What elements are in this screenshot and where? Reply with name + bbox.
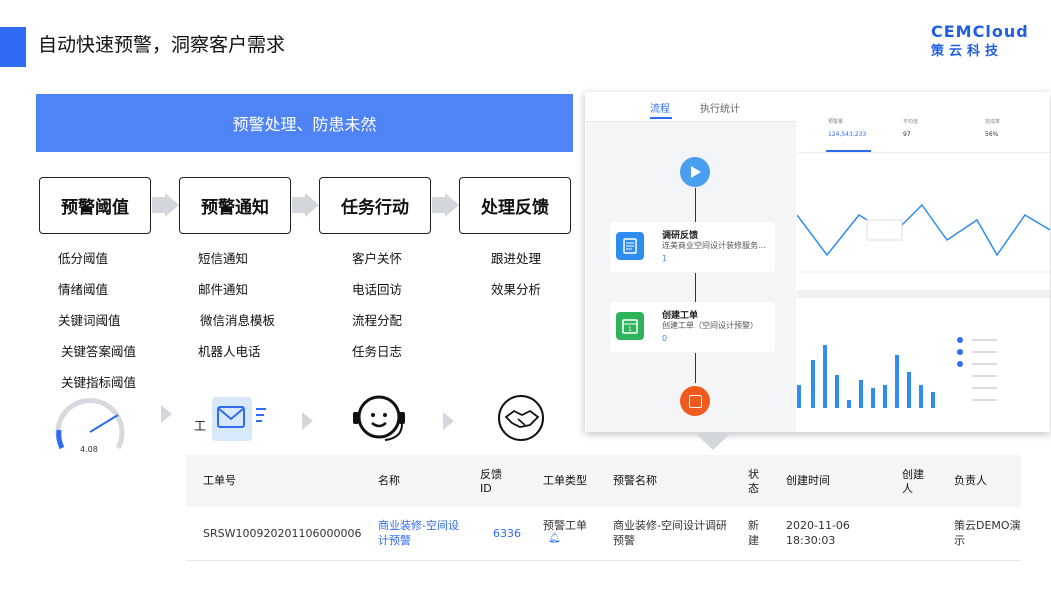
list-item: 邮件通知 xyxy=(198,282,249,297)
divider xyxy=(797,152,1050,153)
play-icon xyxy=(691,166,701,178)
node-count: 0 xyxy=(662,334,668,343)
arrow-icon xyxy=(152,197,166,213)
arrow-icon xyxy=(432,197,446,213)
connector xyxy=(695,188,696,223)
list-item: 关键指标阈值 xyxy=(61,375,137,390)
svg-text:1: 1 xyxy=(628,326,632,333)
cell-owner: 策云DEMO演示 xyxy=(954,519,1021,547)
arrow-icon xyxy=(445,193,459,217)
arrow-icon xyxy=(302,412,313,430)
stage-notify: 预警通知 xyxy=(179,177,291,234)
stage-action: 任务行动 xyxy=(319,177,431,234)
cell-status: 新建 xyxy=(748,519,759,547)
cell-type: 预警工单 xyxy=(543,519,587,532)
handshake-icon xyxy=(498,395,544,441)
end-node[interactable] xyxy=(680,386,710,416)
gauge-value: 4.08 xyxy=(80,445,98,454)
stage-feedback: 处理反馈 xyxy=(459,177,571,234)
column-header: 工单类型 xyxy=(543,474,587,487)
cell-ticket-id: SRSW100920201106000006 xyxy=(203,527,362,540)
node-count: 1 xyxy=(662,254,668,263)
table-header xyxy=(186,455,1021,507)
bar-chart xyxy=(797,337,997,408)
stop-icon xyxy=(689,395,702,408)
column-header: 名称 xyxy=(378,474,400,487)
column-header: 反馈ID xyxy=(480,468,502,495)
cell-name-link[interactable]: 商业装修-空间设计预警 xyxy=(378,518,468,548)
list-item: 跟进处理 xyxy=(491,251,542,266)
cell-alert-name: 商业装修-空间设计调研预警 xyxy=(613,519,727,547)
list-item: 短信通知 xyxy=(198,251,249,266)
brand-logo: CEMCloud 策云科技 xyxy=(921,22,1029,59)
document-icon xyxy=(616,232,644,260)
column-header: 状态 xyxy=(748,468,759,495)
list-item: 电话回访 xyxy=(352,282,403,297)
section-banner: 预警处理、防患未然 xyxy=(36,94,573,152)
list-item: 低分阈值 xyxy=(58,251,109,266)
arrow-icon xyxy=(292,197,306,213)
tab-stats[interactable]: 执行统计 xyxy=(700,100,740,115)
line-chart xyxy=(797,203,1050,273)
stat-value: 97 xyxy=(903,131,911,138)
arrow-down-icon xyxy=(694,432,732,450)
start-node[interactable] xyxy=(680,157,710,187)
stat-label: 完成率 xyxy=(985,119,1001,125)
calendar-icon: 1 xyxy=(616,312,644,340)
divider xyxy=(797,290,1050,298)
list-item: 任务日志 xyxy=(352,344,403,359)
column-header: 创建人 xyxy=(902,468,924,495)
logo-top-text: CEMCloud xyxy=(931,22,1029,41)
bell-icon[interactable]: 🔔︎ xyxy=(548,533,561,544)
stat-label: 预警量 xyxy=(828,119,844,125)
headset-icon xyxy=(353,395,405,441)
stat-value: 56% xyxy=(985,131,999,138)
column-header: 工单号 xyxy=(203,474,236,487)
arrow-icon xyxy=(161,405,172,423)
flow-node-research[interactable]: 调研反馈 连美商业空间设计装修服务... 1 xyxy=(610,222,775,272)
arrow-icon xyxy=(165,193,179,217)
connector xyxy=(695,273,696,303)
stat-label: 平均值 xyxy=(903,119,919,125)
list-item: 微信消息模板 xyxy=(200,313,276,328)
flow-node-ticket[interactable]: 1 创建工单 创建工单（空间设计预警） 0 xyxy=(610,302,775,352)
page-title: 自动快速预警，洞察客户需求 xyxy=(38,34,286,56)
column-header: 预警名称 xyxy=(613,474,657,487)
logo-bottom-text: 策云科技 xyxy=(931,44,1004,59)
list-item: 机器人电话 xyxy=(198,344,261,359)
cell-feedback-link[interactable]: 6336 xyxy=(493,526,521,541)
tab-underline xyxy=(650,117,672,119)
column-header: 创建时间 xyxy=(786,474,830,487)
node-subtitle: 连美商业空间设计装修服务... xyxy=(662,241,766,250)
envelope-icon xyxy=(212,397,266,441)
connector xyxy=(695,353,696,383)
stage-threshold: 预警阈值 xyxy=(39,177,151,234)
tab-process[interactable]: 流程 xyxy=(650,100,670,115)
stat-value: 124,543,233 xyxy=(828,131,867,138)
list-item: 情绪阈值 xyxy=(58,282,109,297)
accent-bar xyxy=(0,27,26,67)
list-item: 关键词阈值 xyxy=(58,313,121,328)
arrow-icon xyxy=(443,412,454,430)
list-item: 流程分配 xyxy=(352,313,403,328)
list-item: 客户关怀 xyxy=(352,251,403,266)
arrow-icon xyxy=(305,193,319,217)
table-divider xyxy=(186,560,1021,561)
flow-tabs xyxy=(586,93,796,122)
list-item: 效果分析 xyxy=(491,282,542,297)
cell-created-at: 2020-11-06 18:30:03 xyxy=(786,519,850,547)
list-item: 关键答案阈值 xyxy=(61,344,137,359)
node-subtitle: 创建工单（空间设计预警） xyxy=(662,321,758,330)
column-header: 负责人 xyxy=(954,474,987,487)
